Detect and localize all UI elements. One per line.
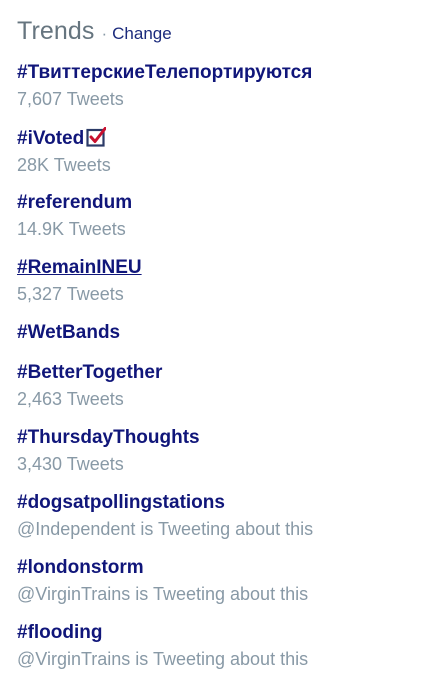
trend-item[interactable]: #dogsatpollingstations @Independent is T… <box>17 492 417 540</box>
change-trends-link[interactable]: Change <box>112 24 172 43</box>
trends-header: Trends · Change <box>17 17 172 51</box>
trend-context: @VirginTrains is Tweeting about this <box>17 584 309 604</box>
header-separator: · <box>101 24 108 43</box>
trend-item[interactable]: #RemainINEU 5,327 Tweets <box>17 257 417 305</box>
trend-item[interactable]: #iVoted 28K Tweets <box>17 126 417 176</box>
trend-context: @Independent is Tweeting about this <box>17 519 314 539</box>
trend-name[interactable]: #ТвиттерскиеТелепортируются <box>17 62 312 84</box>
trend-name[interactable]: #flooding <box>17 622 102 644</box>
trend-name[interactable]: #RemainINEU <box>17 257 142 279</box>
trend-item[interactable]: #flooding @VirginTrains is Tweeting abou… <box>17 622 417 670</box>
trend-tweet-count: 14.9K Tweets <box>17 219 126 239</box>
trend-item[interactable]: #BetterTogether 2,463 Tweets <box>17 362 417 410</box>
trend-item[interactable]: #referendum 14.9K Tweets <box>17 192 417 240</box>
ballot-box-check-icon <box>86 126 108 147</box>
trend-item[interactable]: #ThursdayThoughts 3,430 Tweets <box>17 427 417 475</box>
trend-item[interactable]: #ТвиттерскиеТелепортируются 7,607 Tweets <box>17 62 417 110</box>
trend-item[interactable]: #londonstorm @VirginTrains is Tweeting a… <box>17 557 417 605</box>
trend-item[interactable]: #WetBands <box>17 322 417 344</box>
trend-name-text: #iVoted <box>17 128 85 149</box>
trend-name[interactable]: #londonstorm <box>17 557 144 579</box>
trend-tweet-count: 5,327 Tweets <box>17 284 124 304</box>
trend-context: @VirginTrains is Tweeting about this <box>17 649 309 669</box>
trend-name[interactable]: #WetBands <box>17 322 120 344</box>
trend-name[interactable]: #iVoted <box>17 126 108 150</box>
trend-name[interactable]: #dogsatpollingstations <box>17 492 225 514</box>
trend-name[interactable]: #BetterTogether <box>17 362 162 384</box>
trend-tweet-count: 7,607 Tweets <box>17 89 124 109</box>
trend-name[interactable]: #referendum <box>17 192 132 214</box>
trends-title: Trends <box>17 17 95 45</box>
trend-tweet-count: 2,463 Tweets <box>17 389 124 409</box>
trend-tweet-count: 28K Tweets <box>17 155 111 175</box>
trend-tweet-count: 3,430 Tweets <box>17 454 124 474</box>
trend-name[interactable]: #ThursdayThoughts <box>17 427 200 449</box>
